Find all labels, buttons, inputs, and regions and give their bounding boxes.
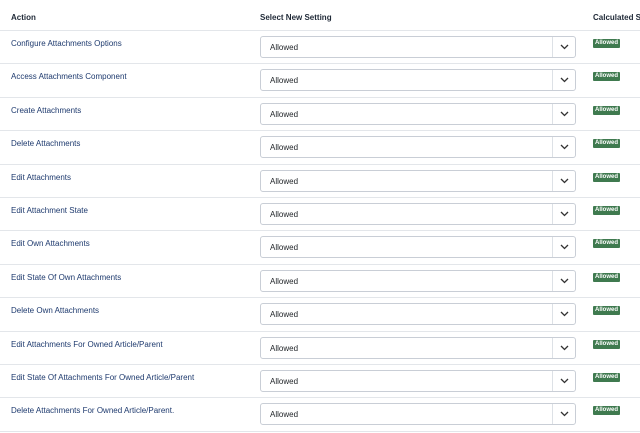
- setting-select-value: Allowed: [270, 143, 299, 153]
- setting-select-value: Allowed: [270, 176, 299, 186]
- permissions-table: Action Select New Setting Calculated Se …: [0, 0, 640, 433]
- table-header: Action Select New Setting Calculated Se: [0, 0, 640, 31]
- action-label: Edit State Of Attachments For Owned Arti…: [11, 372, 195, 382]
- table-row: Access Attachments Component Allowed All…: [0, 64, 640, 98]
- setting-select-value: Allowed: [270, 410, 299, 420]
- table-row: Configure Attachments Options Allowed Al…: [0, 31, 640, 65]
- chevron-down-icon[interactable]: [552, 237, 575, 258]
- calculated-status-badge: Allowed: [593, 406, 621, 416]
- chevron-down-icon[interactable]: [552, 337, 575, 358]
- setting-select-value: Allowed: [270, 109, 299, 119]
- action-label: Configure Attachments Options: [11, 39, 122, 48]
- action-label: Access Attachments Component: [11, 72, 127, 82]
- setting-select[interactable]: Allowed: [260, 69, 576, 92]
- calculated-status-badge: Allowed: [593, 306, 621, 316]
- action-label: Edit Attachment State: [11, 205, 88, 215]
- chevron-down-icon[interactable]: [552, 170, 575, 191]
- calculated-status-badge: Allowed: [593, 105, 621, 115]
- setting-select-value: Allowed: [270, 43, 299, 52]
- table-row: Delete Own Attachments Allowed Allowed: [0, 298, 640, 332]
- setting-select-value: Allowed: [270, 209, 299, 219]
- setting-select-value: Allowed: [270, 310, 299, 320]
- calculated-status-badge: Allowed: [593, 39, 621, 48]
- setting-select[interactable]: Allowed: [260, 202, 576, 225]
- calculated-status-badge: Allowed: [593, 239, 621, 249]
- calculated-status-badge: Allowed: [593, 139, 621, 149]
- setting-select[interactable]: Allowed: [260, 136, 576, 159]
- chevron-down-icon[interactable]: [552, 203, 575, 224]
- table-row: Edit Attachments Allowed Allowed: [0, 165, 640, 198]
- action-label: Delete Attachments: [11, 139, 81, 149]
- setting-select[interactable]: Allowed: [260, 403, 576, 426]
- calculated-status-badge: Allowed: [593, 205, 621, 215]
- chevron-down-icon[interactable]: [552, 404, 575, 425]
- setting-select-value: Allowed: [270, 376, 299, 386]
- setting-select-value: Allowed: [270, 243, 299, 253]
- column-header-action: Action: [11, 13, 36, 22]
- table-row: Edit State Of Attachments For Owned Arti…: [0, 365, 640, 399]
- calculated-status-badge: Allowed: [593, 72, 621, 82]
- calculated-status-badge: Allowed: [593, 272, 621, 282]
- table-body: Configure Attachments Options Allowed Al…: [0, 31, 640, 432]
- chevron-down-icon[interactable]: [552, 37, 575, 57]
- setting-select[interactable]: Allowed: [260, 102, 576, 125]
- table-row: Edit Own Attachments Allowed Allowed: [0, 231, 640, 265]
- table-row: Delete Attachments For Owned Article/Par…: [0, 398, 640, 432]
- setting-select[interactable]: Allowed: [260, 36, 576, 58]
- table-row: Edit State Of Own Attachments Allowed Al…: [0, 265, 640, 299]
- setting-select[interactable]: Allowed: [260, 269, 576, 292]
- calculated-status-badge: Allowed: [593, 172, 621, 182]
- setting-select[interactable]: Allowed: [260, 336, 576, 359]
- calculated-status-badge: Allowed: [593, 372, 621, 382]
- action-label: Edit Attachments For Owned Article/Paren…: [11, 339, 163, 349]
- setting-select[interactable]: Allowed: [260, 169, 576, 192]
- setting-select[interactable]: Allowed: [260, 369, 576, 392]
- action-label: Edit State Of Own Attachments: [11, 272, 122, 282]
- setting-select-value: Allowed: [270, 76, 299, 86]
- column-header-calculated-setting: Calculated Se: [593, 13, 640, 22]
- calculated-status-badge: Allowed: [593, 339, 621, 349]
- setting-select-value: Allowed: [270, 343, 299, 353]
- setting-select[interactable]: Allowed: [260, 303, 576, 326]
- chevron-down-icon[interactable]: [552, 103, 575, 124]
- chevron-down-icon[interactable]: [552, 370, 575, 391]
- chevron-down-icon[interactable]: [552, 304, 575, 325]
- column-header-select-new-setting: Select New Setting: [260, 13, 332, 22]
- chevron-down-icon[interactable]: [552, 137, 575, 158]
- chevron-down-icon[interactable]: [552, 270, 575, 291]
- table-row: Edit Attachment State Allowed Allowed: [0, 198, 640, 232]
- chevron-down-icon[interactable]: [552, 70, 575, 91]
- table-row: Delete Attachments Allowed Allowed: [0, 131, 640, 165]
- action-label: Delete Own Attachments: [11, 306, 100, 316]
- table-row: Edit Attachments For Owned Article/Paren…: [0, 332, 640, 365]
- action-label: Edit Own Attachments: [11, 239, 90, 249]
- setting-select-value: Allowed: [270, 276, 299, 286]
- action-label: Edit Attachments: [11, 172, 72, 182]
- action-label: Create Attachments: [11, 105, 82, 115]
- setting-select[interactable]: Allowed: [260, 236, 576, 259]
- action-label: Delete Attachments For Owned Article/Par…: [11, 406, 175, 416]
- table-row: Create Attachments Allowed Allowed: [0, 98, 640, 132]
